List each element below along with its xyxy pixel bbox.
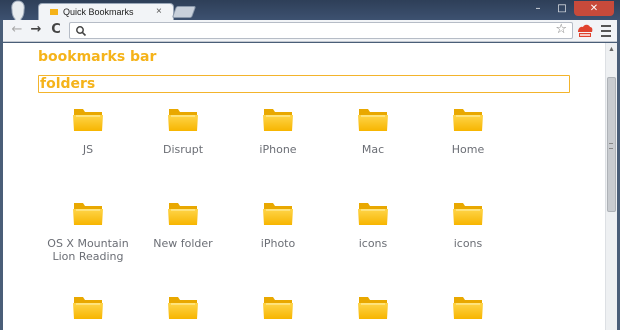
new-tab-button[interactable] — [171, 6, 197, 18]
window-controls: – □ ✕ — [526, 1, 614, 17]
folder-item[interactable]: iPhone — [230, 105, 326, 156]
folder-label: iPhoto — [260, 237, 296, 250]
star-icon[interactable]: ☆ — [555, 22, 567, 37]
folder-label: icons — [358, 237, 388, 250]
folder-item[interactable]: icons — [325, 199, 421, 250]
menu-icon[interactable] — [599, 22, 613, 38]
folders-heading: folders — [40, 76, 96, 92]
tab-quick-bookmarks[interactable]: Quick Bookmarks × — [38, 3, 174, 21]
folder-label: Mac — [361, 143, 385, 156]
folder-icon — [73, 203, 103, 225]
forward-button[interactable]: → — [28, 22, 44, 38]
folder-label: JS — [82, 143, 94, 156]
scroll-grip-icon — [609, 143, 613, 149]
close-button[interactable]: ✕ — [574, 1, 614, 16]
folder-label: New folder — [153, 237, 213, 250]
folder-icon — [168, 297, 198, 319]
bookmarks-bar-link[interactable]: bookmarks bar — [38, 49, 156, 65]
folder-icon — [263, 297, 293, 319]
folder-icon — [263, 203, 293, 225]
reload-button[interactable]: C — [48, 22, 64, 38]
bookmark-favicon-icon — [50, 9, 58, 15]
search-icon — [76, 26, 87, 37]
folder-icon — [358, 203, 388, 225]
folder-item[interactable]: New folder — [135, 199, 231, 250]
folder-label: OS X Mountain Lion Reading — [47, 237, 129, 263]
folder-label: Home — [451, 143, 485, 156]
page-content: bookmarks bar folders JS Disrupt iPhone Mac… — [3, 43, 605, 330]
folder-label: Disrupt — [162, 143, 204, 156]
folder-item[interactable] — [325, 293, 421, 330]
folder-item[interactable]: OS X Mountain Lion Reading — [40, 199, 136, 263]
folder-item[interactable]: icons — [420, 199, 516, 250]
back-button[interactable]: ← — [9, 22, 25, 38]
tab-close-icon[interactable]: × — [156, 6, 162, 18]
folder-item[interactable]: JS — [40, 105, 136, 156]
folders-heading-box: folders — [38, 75, 570, 93]
browser-window: Quick Bookmarks × – □ ✕ ← → C ☆ bookmark… — [0, 0, 620, 330]
folder-icon — [453, 297, 483, 319]
folder-icon — [453, 109, 483, 131]
folder-item[interactable] — [230, 293, 326, 330]
minimize-button[interactable]: – — [526, 1, 550, 16]
folder-icon — [358, 297, 388, 319]
folder-item[interactable]: iPhoto — [230, 199, 326, 250]
folder-icon — [73, 109, 103, 131]
vertical-scrollbar[interactable]: ▲ — [605, 43, 617, 330]
browser-toolbar: ← → C ☆ — [3, 20, 617, 42]
folder-icon — [168, 203, 198, 225]
profile-avatar-icon[interactable] — [8, 0, 28, 22]
title-bar: Quick Bookmarks × – □ ✕ — [0, 0, 620, 22]
maximize-button[interactable]: □ — [550, 1, 574, 16]
folder-item[interactable] — [420, 293, 516, 330]
folder-icon — [168, 109, 198, 131]
folder-icon — [358, 109, 388, 131]
folder-item[interactable]: Disrupt — [135, 105, 231, 156]
folder-icon — [263, 109, 293, 131]
address-bar[interactable]: ☆ — [69, 22, 573, 39]
folder-item[interactable] — [40, 293, 136, 330]
tab-title: Quick Bookmarks — [63, 7, 134, 17]
folder-icon — [73, 297, 103, 319]
folder-icon — [453, 203, 483, 225]
scroll-up-icon[interactable]: ▲ — [606, 43, 617, 55]
folder-item[interactable] — [135, 293, 231, 330]
folder-item[interactable]: Home — [420, 105, 516, 156]
folder-label: iPhone — [259, 143, 297, 156]
folder-item[interactable]: Mac — [325, 105, 421, 156]
folder-label: icons — [453, 237, 483, 250]
extension-icon[interactable] — [577, 23, 593, 38]
